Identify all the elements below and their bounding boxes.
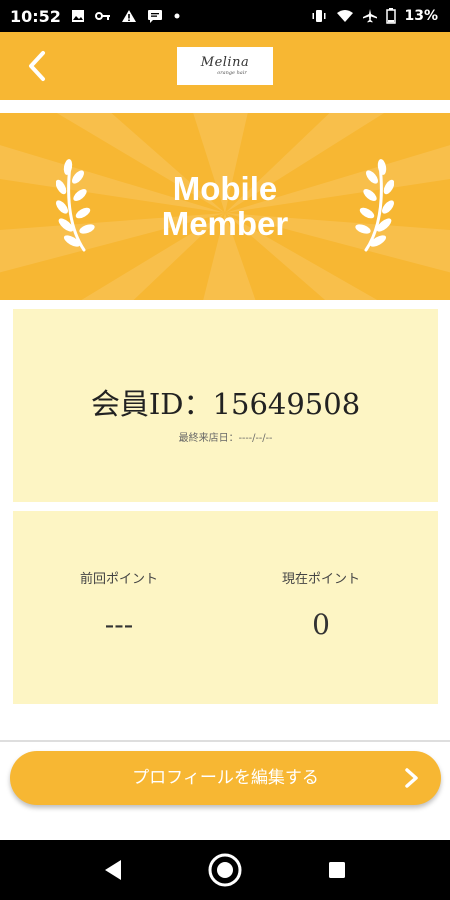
member-id-card: 会員ID：15649508 最終来店日：----/--/-- bbox=[13, 309, 438, 502]
previous-points-value: --- bbox=[104, 608, 134, 641]
edit-profile-button[interactable]: プロフィールを編集する bbox=[10, 751, 441, 805]
current-points: 現在ポイント 0 bbox=[215, 571, 427, 641]
warning-icon bbox=[121, 9, 137, 23]
battery-icon bbox=[386, 8, 397, 24]
circle-home-icon bbox=[208, 853, 242, 887]
navigation-bar bbox=[0, 840, 450, 900]
banner-title-line2: Member bbox=[161, 205, 289, 242]
battery-percent: 13% bbox=[404, 8, 438, 24]
app-header: Melina orange hair bbox=[0, 32, 450, 100]
salon-logo: Melina orange hair bbox=[177, 47, 273, 85]
member-id: 会員ID：15649508 bbox=[90, 387, 361, 421]
logo-text: Melina bbox=[200, 55, 250, 70]
square-recents-icon bbox=[329, 862, 345, 878]
current-points-value: 0 bbox=[312, 608, 330, 641]
wifi-icon bbox=[336, 9, 354, 23]
edit-profile-label: プロフィールを編集する bbox=[132, 768, 319, 788]
vpn-key-icon bbox=[94, 9, 111, 23]
triangle-back-icon bbox=[105, 860, 121, 880]
last-visit-date: 最終来店日：----/--/-- bbox=[178, 433, 273, 444]
photo-icon bbox=[71, 9, 85, 23]
chevron-left-icon bbox=[29, 51, 45, 81]
status-time: 10:52 bbox=[10, 6, 61, 26]
banner-title: Mobile Member bbox=[0, 171, 450, 241]
chevron-right-icon bbox=[405, 768, 418, 788]
current-points-label: 現在ポイント bbox=[281, 572, 360, 587]
points-card: 前回ポイント --- 現在ポイント 0 bbox=[13, 511, 438, 704]
logo-subtext: orange hair bbox=[217, 70, 247, 76]
status-bar: 10:52 13% bbox=[0, 0, 450, 32]
member-banner: Mobile Member bbox=[0, 113, 450, 300]
nav-home-button[interactable] bbox=[208, 853, 242, 887]
nav-back-button[interactable] bbox=[96, 853, 130, 887]
banner-title-line1: Mobile bbox=[172, 170, 278, 207]
nav-recents-button[interactable] bbox=[320, 853, 354, 887]
previous-points: 前回ポイント --- bbox=[13, 571, 225, 641]
vibrate-icon bbox=[310, 9, 328, 23]
airplane-icon bbox=[362, 8, 378, 24]
divider bbox=[0, 740, 450, 742]
back-button[interactable] bbox=[20, 46, 54, 86]
previous-points-label: 前回ポイント bbox=[79, 572, 158, 587]
message-icon bbox=[147, 9, 163, 23]
notification-dot-icon bbox=[173, 12, 181, 20]
